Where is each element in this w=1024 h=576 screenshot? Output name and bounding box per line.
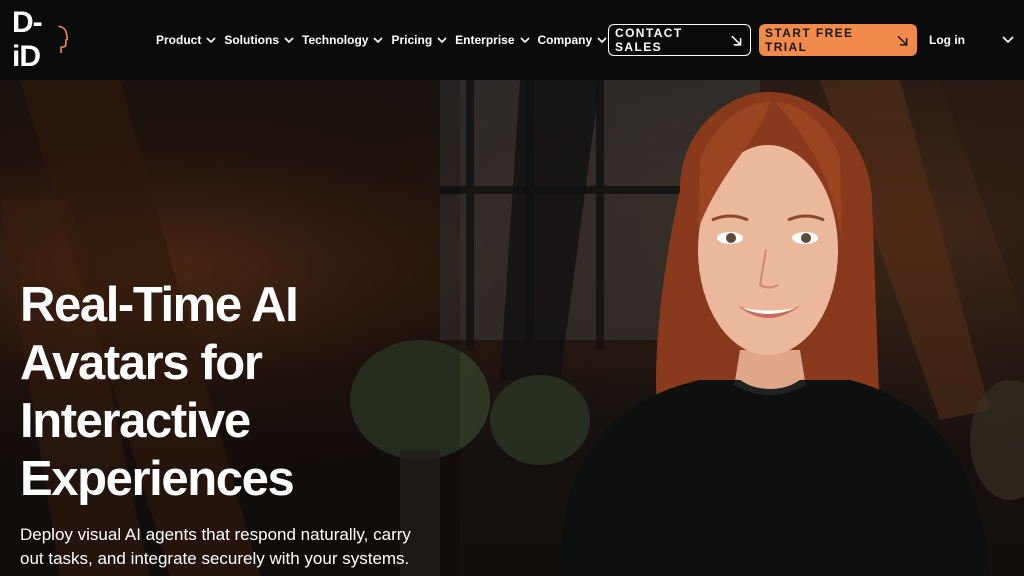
chevron-down-icon xyxy=(597,37,607,44)
hero-headline: Real-Time AI Avatars for Interactive Exp… xyxy=(20,276,440,508)
headline-line: Interactive xyxy=(20,394,251,448)
nav-item-label: Enterprise xyxy=(455,33,515,47)
hero-section: Real-Time AI Avatars for Interactive Exp… xyxy=(0,80,1024,576)
nav-item-pricing[interactable]: Pricing xyxy=(391,33,448,47)
headline-line: Real-Time AI xyxy=(20,278,299,332)
site-header: D-iD Product Solutions Technology Pricin… xyxy=(0,0,1024,80)
nav-item-product[interactable]: Product xyxy=(156,33,217,47)
arrow-down-right-icon xyxy=(730,35,741,46)
head-profile-icon xyxy=(58,25,68,53)
nav-item-label: Pricing xyxy=(391,33,433,47)
login-link[interactable]: Log in xyxy=(929,33,965,47)
logo[interactable]: D-iD xyxy=(12,6,68,73)
main-nav: Product Solutions Technology Pricing Ent… xyxy=(156,30,615,50)
chevron-down-icon xyxy=(373,37,384,44)
start-free-trial-button[interactable]: START FREE TRIAL xyxy=(759,24,917,56)
arrow-down-right-icon xyxy=(897,35,908,46)
nav-item-label: Solutions xyxy=(224,33,280,47)
nav-item-label: Technology xyxy=(302,33,369,47)
nav-item-enterprise[interactable]: Enterprise xyxy=(455,33,530,47)
nav-item-label: Product xyxy=(156,33,202,47)
chevron-down-icon xyxy=(437,37,447,44)
hero-subtext: Deploy visual AI agents that respond nat… xyxy=(20,525,411,568)
contact-sales-label: CONTACT SALES xyxy=(615,26,683,54)
start-free-trial-label: START FREE TRIAL xyxy=(765,26,854,54)
nav-item-solutions[interactable]: Solutions xyxy=(224,33,295,47)
headline-line: Experiences xyxy=(20,452,295,506)
contact-sales-button[interactable]: CONTACT SALES xyxy=(608,24,751,56)
nav-item-company[interactable]: Company xyxy=(538,33,609,47)
headline-line: Avatars for xyxy=(20,336,263,390)
nav-item-label: Company xyxy=(537,33,593,47)
nav-item-technology[interactable]: Technology xyxy=(302,33,384,47)
chevron-down-icon xyxy=(519,37,530,44)
chevron-down-icon xyxy=(284,37,294,44)
chevron-down-icon[interactable] xyxy=(1001,34,1015,46)
chevron-down-icon xyxy=(206,37,216,44)
logo-text: D-iD xyxy=(12,6,43,73)
